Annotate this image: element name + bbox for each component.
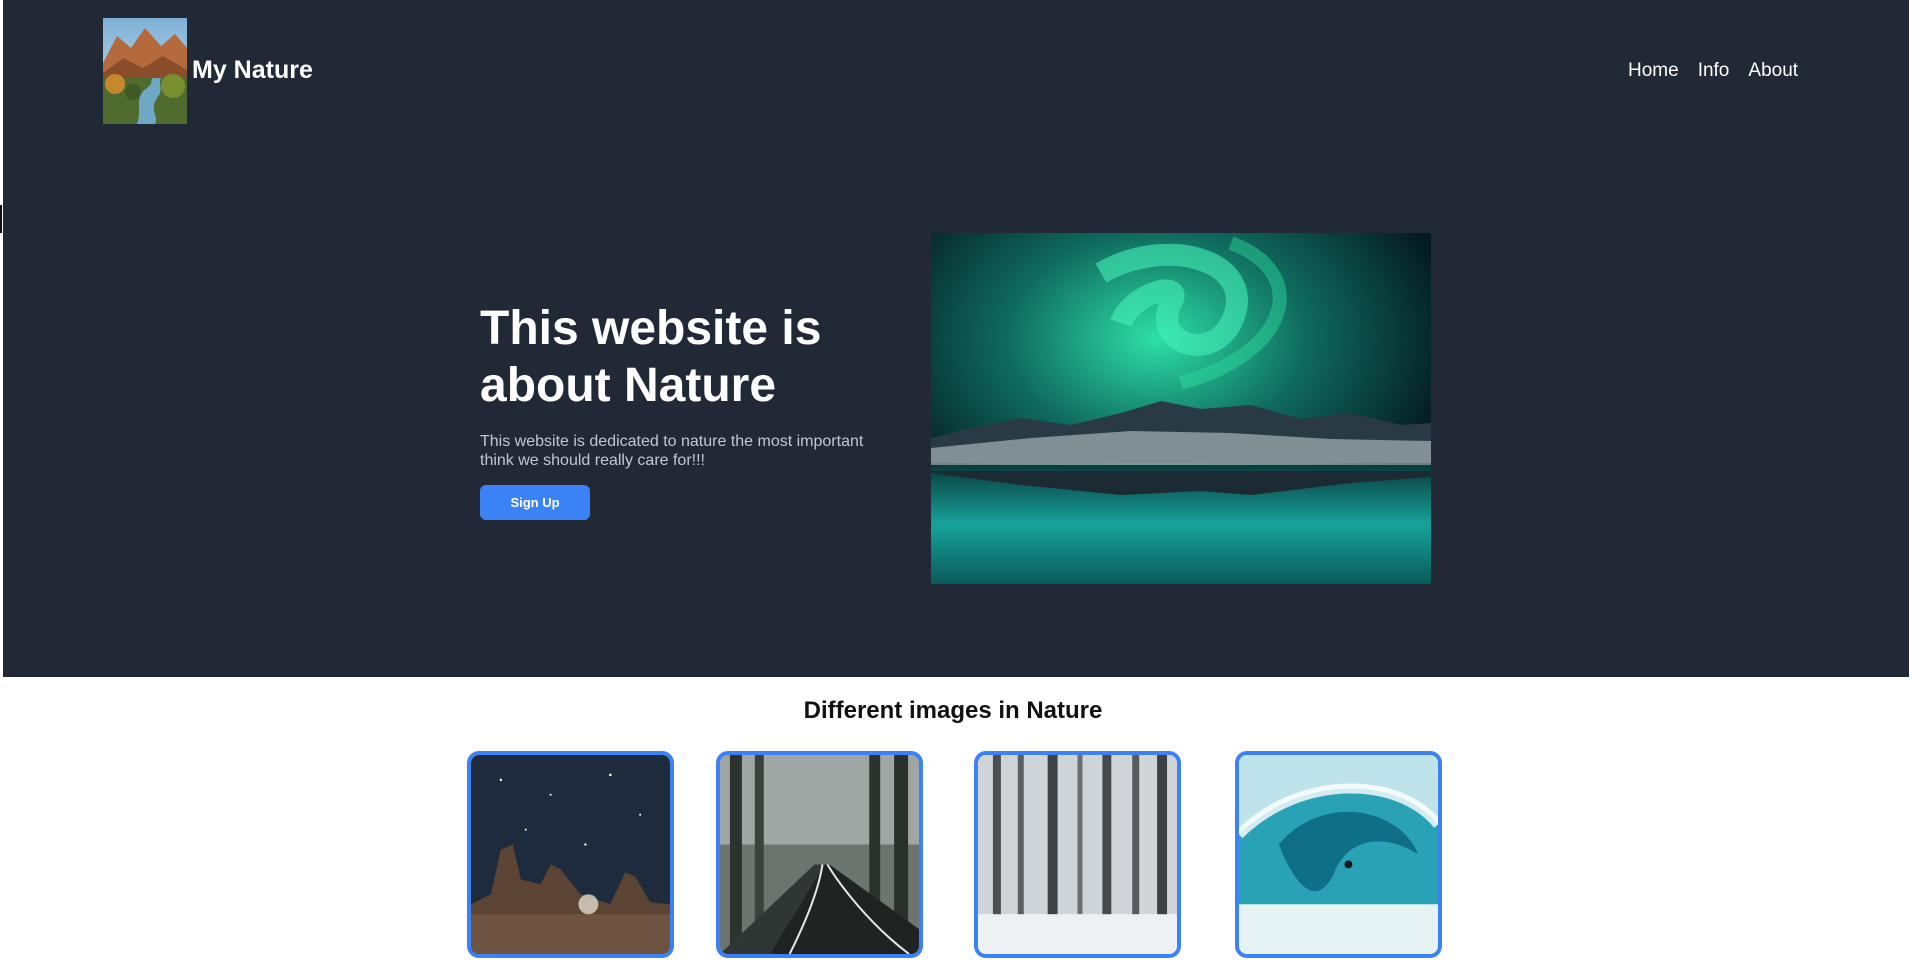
right-strip: [1909, 0, 1922, 970]
gallery-card-desert[interactable]: [467, 751, 674, 958]
gallery-card-forest-road[interactable]: [716, 751, 923, 958]
ocean-wave-surfer-image-icon: [1239, 755, 1438, 954]
brand-name[interactable]: My Nature: [192, 56, 313, 85]
hero-description: This website is dedicated to nature the …: [480, 433, 864, 469]
gallery-card-wave[interactable]: [1235, 751, 1442, 958]
canyon-river-logo-icon[interactable]: [103, 18, 187, 124]
nav-home[interactable]: Home: [1628, 60, 1679, 82]
nav-about[interactable]: About: [1748, 60, 1798, 82]
forest-road-image-icon: [720, 755, 919, 954]
sign-up-button[interactable]: Sign Up: [480, 485, 590, 520]
gallery-title: Different images in Nature: [803, 697, 1103, 724]
hero-section: My Nature Home Info About This website i…: [3, 0, 1909, 677]
aurora-lake-image-icon: [931, 233, 1431, 584]
desert-night-sky-image-icon: [471, 755, 670, 954]
hero-title: This website is about Nature: [480, 302, 822, 412]
snowy-forest-image-icon: [978, 755, 1177, 954]
edge-mark: [0, 205, 2, 233]
nav-info[interactable]: Info: [1698, 60, 1730, 82]
main-nav: Home Info About: [1628, 60, 1798, 82]
gallery-card-snow-forest[interactable]: [974, 751, 1181, 958]
